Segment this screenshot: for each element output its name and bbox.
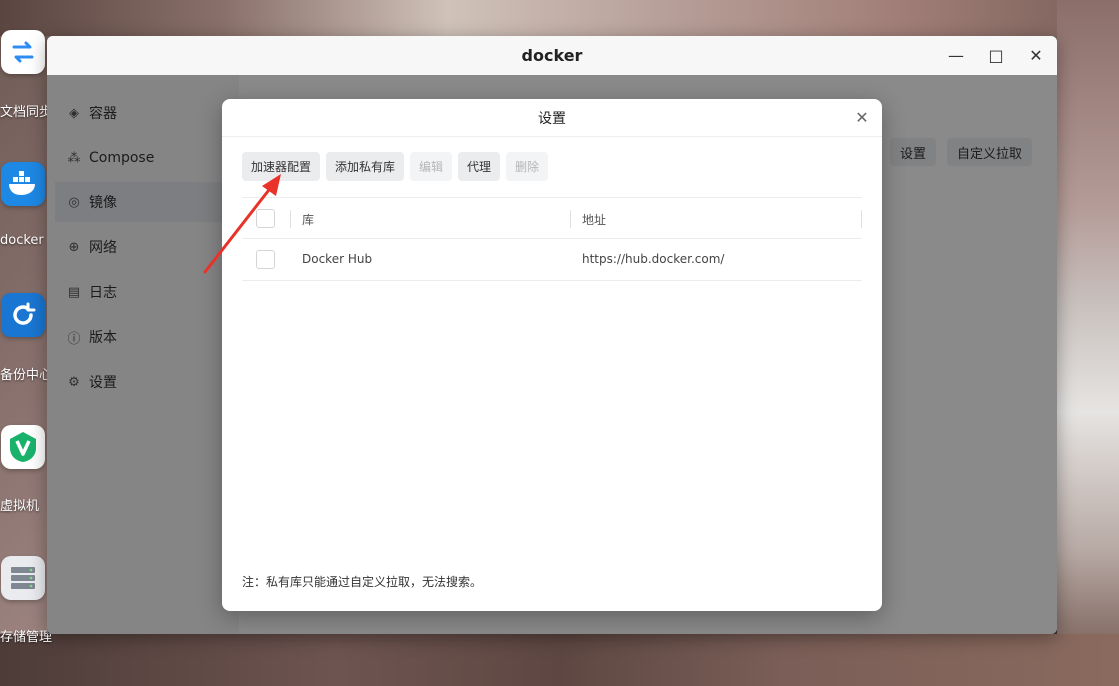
edit-button[interactable]: 编辑 [410, 152, 453, 181]
column-divider [570, 210, 571, 228]
maximize-button[interactable]: □ [985, 44, 1007, 66]
column-header-address: 地址 [582, 213, 607, 227]
delete-button[interactable]: 删除 [506, 152, 549, 181]
backup-cycle-icon [1, 293, 45, 337]
desktop-icon-storage[interactable] [0, 556, 46, 600]
sync-arrows-icon [1, 30, 45, 74]
select-all-checkbox[interactable] [256, 209, 275, 228]
accelerator-config-button[interactable]: 加速器配置 [242, 152, 321, 181]
minimize-button[interactable]: — [945, 44, 967, 66]
add-private-registry-button[interactable]: 添加私有库 [326, 152, 405, 181]
storage-server-icon [1, 556, 45, 600]
desktop-label: docker [0, 233, 44, 248]
table-header: 库 地址 [242, 197, 862, 239]
row-checkbox[interactable] [256, 250, 275, 269]
window-title: docker [521, 46, 583, 65]
desktop-icon-backup[interactable] [0, 293, 46, 337]
wallpaper [1057, 0, 1119, 686]
desktop-label: 备份中心 [0, 368, 53, 383]
desktop-icon-vm[interactable] [0, 425, 46, 469]
docker-whale-icon [1, 162, 45, 206]
desktop-icon-docker[interactable] [0, 162, 46, 206]
wallpaper [0, 0, 1119, 36]
desktop-icon-doc-sync[interactable] [0, 30, 46, 74]
dialog-title: 设置 [222, 99, 882, 137]
v-shield-icon [1, 425, 45, 469]
column-header-registry: 库 [302, 213, 315, 227]
wallpaper [0, 634, 1119, 686]
desktop-label: 虚拟机 [0, 499, 40, 514]
registry-table: 库 地址 Docker Hub https://hub.docker.com/ [242, 197, 862, 281]
registry-name: Docker Hub [302, 252, 373, 266]
window-titlebar[interactable]: docker — □ ✕ [47, 36, 1057, 75]
desktop-label: 文档同步 [0, 105, 53, 120]
proxy-button[interactable]: 代理 [458, 152, 501, 181]
desktop-label: 存储管理 [0, 630, 53, 645]
registry-address: https://hub.docker.com/ [582, 252, 725, 266]
settings-dialog: 设置 ✕ 加速器配置 添加私有库 编辑 代理 删除 库 地址 Docker Hu… [222, 99, 882, 611]
column-divider [290, 210, 291, 228]
table-row[interactable]: Docker Hub https://hub.docker.com/ [242, 239, 862, 281]
close-button[interactable]: ✕ [1025, 44, 1047, 66]
dialog-close-icon[interactable]: ✕ [854, 110, 870, 126]
footnote: 注：私有库只能通过自定义拉取，无法搜索。 [242, 575, 483, 589]
column-divider [861, 210, 862, 228]
